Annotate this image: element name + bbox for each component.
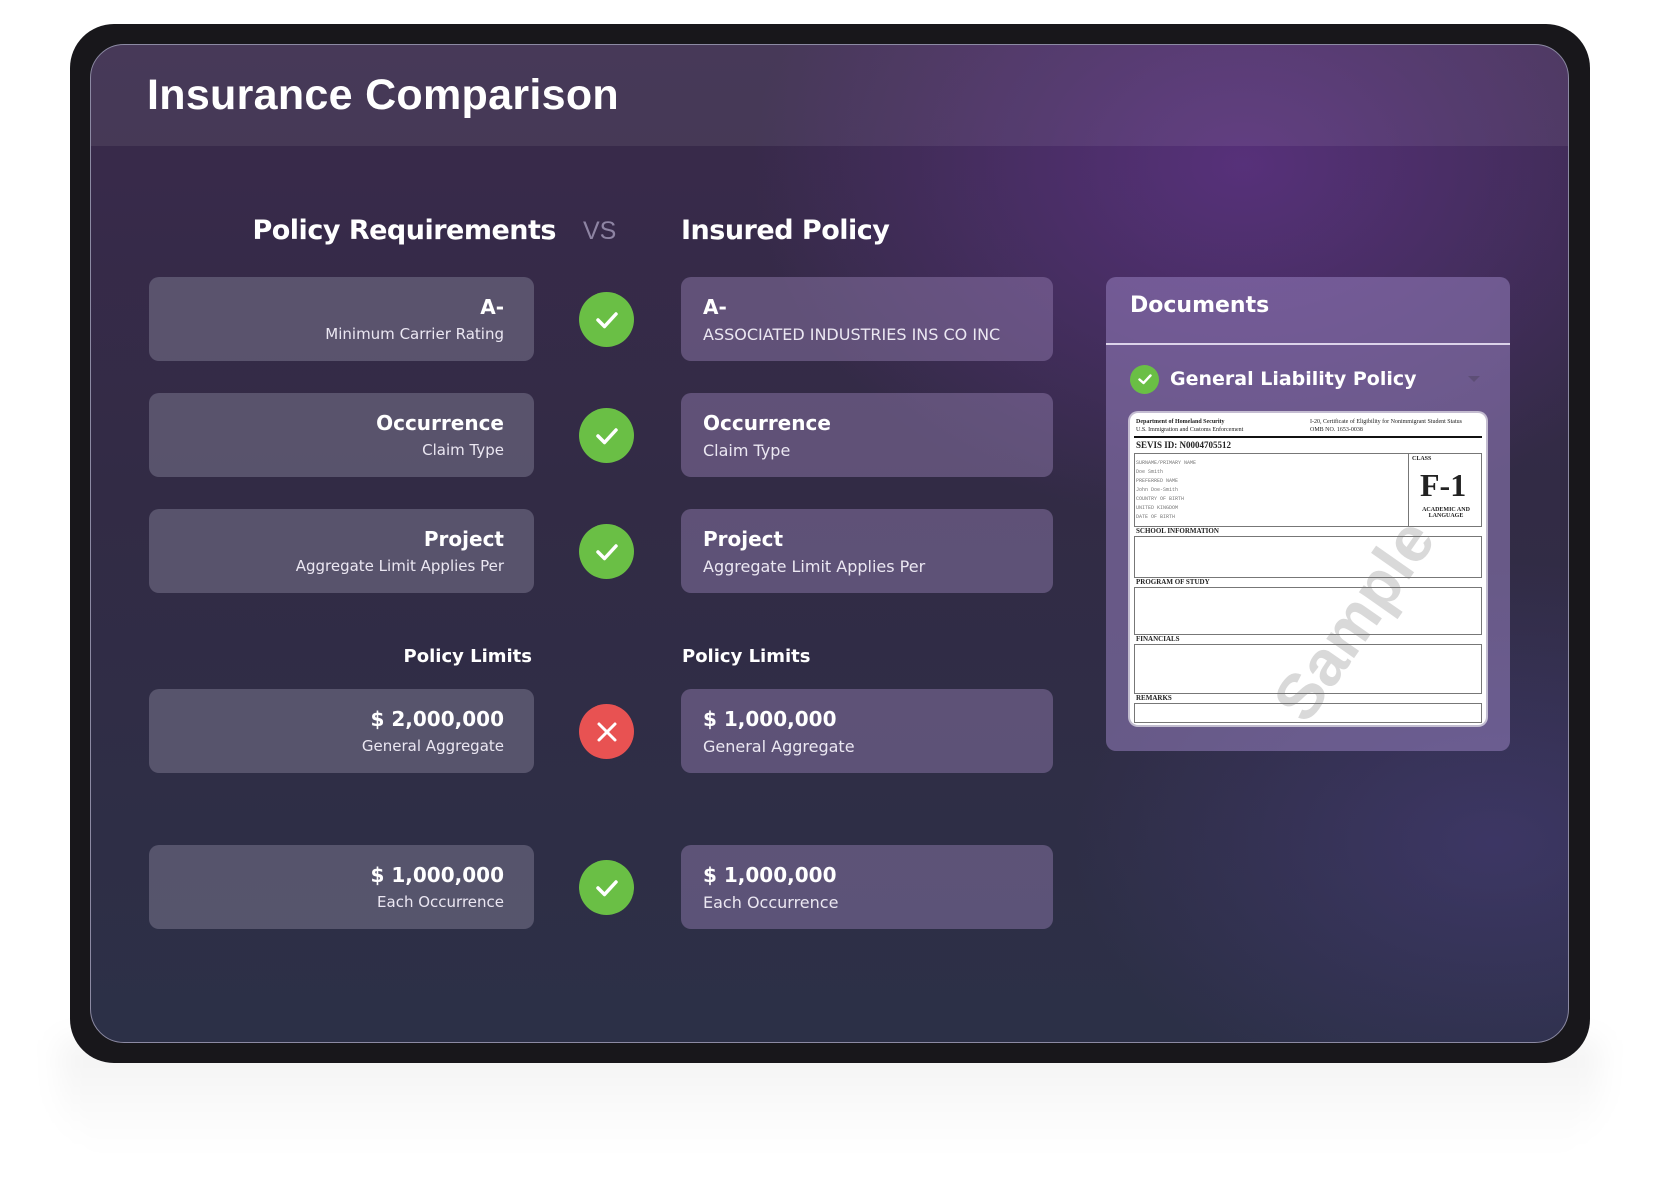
preview-omb: OMB NO. 1653-0038 [1310,427,1363,433]
requirement-card-carrier-rating: A- Minimum Carrier Rating [149,277,534,361]
preview-section: SCHOOL INFORMATION [1136,527,1219,535]
check-icon [595,427,618,444]
preview-class-value: F-1 [1420,467,1467,503]
insured-card-carrier-rating: A- ASSOCIATED INDUSTRIES INS CO INC [681,277,1053,361]
requirements-heading: Policy Requirements [252,215,556,246]
pass-status-badge [579,408,634,463]
insured-card-each-occurrence: $ 1,000,000 Each Occurrence [681,845,1053,929]
x-icon [597,722,616,741]
check-icon [595,879,618,896]
requirement-card-each-occurrence: $ 1,000,000 Each Occurrence [149,845,534,929]
insured-label: ASSOCIATED INDUSTRIES INS CO INC [703,325,1001,344]
pass-status-badge [579,860,634,915]
document-item-general-liability[interactable]: General Liability Policy [1130,363,1486,395]
requirement-card-claim-type: Occurrence Claim Type [149,393,534,477]
preview-dept: Department of Homeland Security [1136,419,1225,425]
preview-section: FINANCIALS [1136,635,1180,643]
insured-label: General Aggregate [703,737,855,756]
verified-check-icon [1130,364,1159,394]
document-preview[interactable]: Department of Homeland Security U.S. Imm… [1130,413,1486,725]
requirement-card-general-aggregate: $ 2,000,000 General Aggregate [149,689,534,773]
requirement-value: A- [480,295,504,319]
requirement-label: Aggregate Limit Applies Per [295,557,504,575]
fail-status-badge [579,704,634,759]
requirement-card-aggregate-applies: Project Aggregate Limit Applies Per [149,509,534,593]
preview-class-desc: ACADEMIC AND LANGUAGE [1422,507,1470,519]
insured-card-aggregate-applies: Project Aggregate Limit Applies Per [681,509,1053,593]
insured-value: $ 1,000,000 [703,863,837,887]
requirement-label: Minimum Carrier Rating [325,325,504,343]
preview-rule [1134,436,1482,438]
requirement-value: $ 1,000,000 [370,863,505,887]
preview-section: PROGRAM OF STUDY [1136,578,1210,586]
insured-card-claim-type: Occurrence Claim Type [681,393,1053,477]
requirement-value: Occurrence [376,411,504,435]
check-icon [595,311,618,328]
preview-class-label: CLASS [1412,456,1432,462]
insured-label: Aggregate Limit Applies Per [703,557,926,576]
preview-agency: U.S. Immigration and Customs Enforcement [1136,427,1244,433]
preview-form: I-20, Certificate of Eligibility for Non… [1310,419,1462,425]
app-screen: Insurance Comparison Policy Requirements… [90,44,1569,1043]
requirement-label: Each Occurrence [377,893,504,911]
document-name: General Liability Policy [1170,368,1417,390]
insured-value: $ 1,000,000 [703,707,837,731]
requirement-label: Claim Type [422,441,504,459]
requirement-value: Project [423,527,504,551]
insured-card-general-aggregate: $ 1,000,000 General Aggregate [681,689,1053,773]
documents-title: Documents [1130,293,1270,318]
check-icon [595,543,618,560]
device-frame: Insurance Comparison Policy Requirements… [70,24,1590,1063]
requirement-limits-heading: Policy Limits [403,646,532,667]
chevron-down-icon[interactable] [1466,371,1482,389]
insured-heading: Insured Policy [681,215,890,246]
pass-status-badge [579,292,634,347]
insured-value: Occurrence [703,411,831,435]
requirement-label: General Aggregate [361,737,504,755]
documents-panel: Documents General Liability Policy Depar… [1106,277,1510,751]
page-title: Insurance Comparison [147,71,619,119]
requirement-value: $ 2,000,000 [370,707,505,731]
vs-label: VS [583,217,617,245]
documents-divider [1106,343,1510,345]
pass-status-badge [579,524,634,579]
app-header: Insurance Comparison [91,45,1568,146]
preview-section: REMARKS [1136,694,1172,702]
insured-value: A- [703,295,727,319]
preview-sevis: SEVIS ID: N0004705512 [1136,440,1232,450]
preview-fields: SURNAME/PRIMARY NAME Doe Smith PREFERRED N… [1136,460,1197,520]
insured-limits-heading: Policy Limits [682,646,811,667]
insured-value: Project [703,527,784,551]
insured-label: Claim Type [703,441,791,460]
insured-label: Each Occurrence [703,893,839,912]
